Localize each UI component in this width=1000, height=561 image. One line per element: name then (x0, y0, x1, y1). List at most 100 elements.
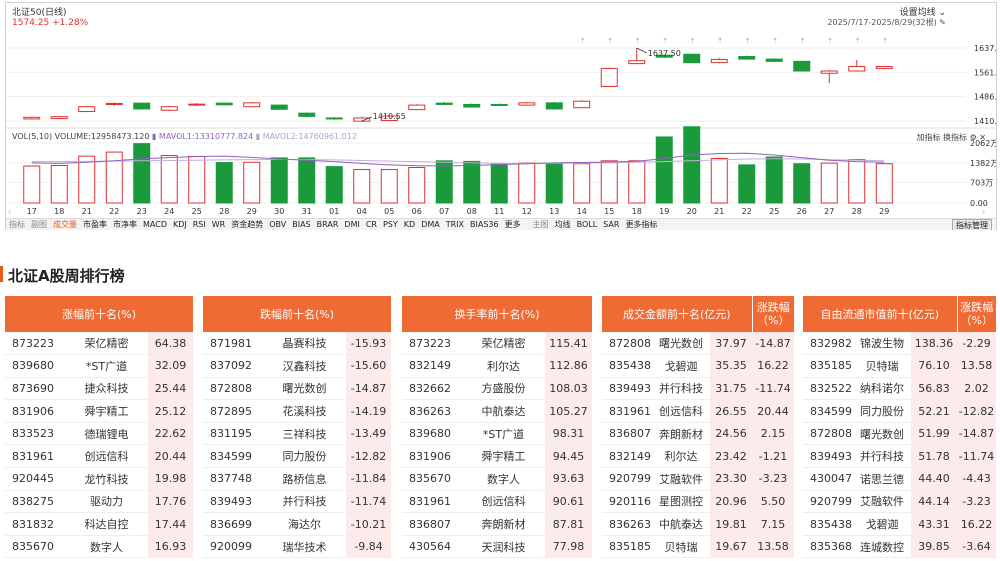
table-row[interactable]: 839493 并行科技 -11.74 (203, 490, 391, 514)
stock-name[interactable]: 曙光数创 (263, 377, 346, 401)
table-row[interactable]: 839680 *ST广道 32.09 (5, 354, 193, 378)
stock-name[interactable]: 锦波生物 (853, 332, 911, 356)
table-row[interactable]: 920116 星图测控 20.96 5.50 (602, 490, 794, 514)
stock-name[interactable]: 路桥信息 (263, 467, 346, 491)
indicator-tab[interactable]: BIAS (289, 219, 313, 230)
stock-name[interactable]: 中航泰达 (652, 512, 710, 536)
table-row[interactable]: 430564 天润科技 77.98 (402, 535, 592, 559)
indicator-tab[interactable]: 市净率 (110, 219, 140, 230)
table-row[interactable]: 835670 数字人 16.93 (5, 535, 193, 559)
indicator-tab[interactable]: OBV (266, 219, 289, 230)
indicator-tab[interactable]: TRIX (443, 219, 467, 230)
table-row[interactable]: 831832 科达自控 17.44 (5, 512, 193, 536)
main-indicator-tab[interactable]: 更多指标 (622, 219, 660, 230)
stock-name[interactable]: 奔朗新材 (652, 422, 710, 446)
indicator-tab[interactable]: 市盈率 (80, 219, 110, 230)
close-icon[interactable]: ✕ (979, 133, 986, 142)
table-row[interactable]: 835185 贝特瑞 76.10 13.58 (803, 354, 996, 378)
indicator-tab[interactable]: 成交量 (50, 219, 80, 230)
indicator-tab[interactable]: 指标 (6, 219, 28, 230)
indicator-tab[interactable]: PSY (380, 219, 401, 230)
table-row[interactable]: 832149 利尔达 23.42 -1.21 (602, 444, 794, 469)
stock-name[interactable]: 戈碧迦 (853, 512, 911, 536)
indicator-tab[interactable]: CR (363, 219, 380, 230)
candlestick-chart[interactable]: 1637.50 1561.85 1486.20 1410.55 ⇡ ⇡ ⇡ ⇡ ⇡ ⇡ ⇡ ⇡ ⇡ ⇡ ⇡ ⇡… (6, 3, 996, 218)
stock-name[interactable]: 花溪科技 (263, 399, 346, 423)
stock-name[interactable]: 同力股份 (263, 444, 346, 469)
table-row[interactable]: 839493 并行科技 51.78 -11.74 (803, 444, 996, 469)
table-row[interactable]: 839680 *ST广道 98.31 (402, 422, 592, 446)
table-row[interactable]: 873223 荣亿精密 64.38 (5, 332, 193, 356)
table-row[interactable]: 832149 利尔达 112.86 (402, 354, 592, 378)
table-row[interactable]: 871981 晶赛科技 -15.93 (203, 332, 391, 356)
indicator-tab[interactable]: DMI (341, 219, 362, 230)
table-row[interactable]: 833523 德瑞锂电 22.62 (5, 422, 193, 446)
table-row[interactable]: 832662 方盛股份 108.03 (402, 377, 592, 401)
table-row[interactable]: 831961 创远信科 90.61 (402, 490, 592, 514)
stock-name[interactable]: 数字人 (462, 467, 545, 491)
stock-name[interactable]: 并行科技 (652, 377, 710, 401)
stock-name[interactable]: 曙光数创 (853, 422, 911, 446)
indicator-controls[interactable]: 加指标 换指标 ⚙ ✕ (916, 132, 986, 143)
table-row[interactable]: 430047 诺思兰德 44.40 -4.43 (803, 467, 996, 491)
table-row[interactable]: 920799 艾融软件 23.30 -3.23 (602, 467, 794, 491)
indicator-manage-button[interactable]: 指标管理 (952, 219, 992, 230)
table-row[interactable]: 836263 中航泰达 105.27 (402, 399, 592, 423)
indicator-tab[interactable]: 副图 (28, 219, 50, 230)
table-row[interactable]: 832522 纳科诺尔 56.83 2.02 (803, 377, 996, 401)
indicator-tab[interactable]: 资金趋势 (228, 219, 266, 230)
stock-name[interactable]: 并行科技 (263, 490, 346, 514)
stock-name[interactable]: 龙竹科技 (65, 467, 148, 491)
main-indicator-tab[interactable]: 均线 (552, 219, 574, 230)
table-row[interactable]: 835185 贝特瑞 19.67 13.58 (602, 535, 794, 559)
stock-name[interactable]: 瑞华技术 (263, 535, 346, 559)
stock-name[interactable]: 数字人 (65, 535, 148, 559)
kline-chart-panel[interactable]: 北证50(日线) 1574.25 +1.28% 设置均线 ⌄ 2025/7/17… (5, 2, 997, 230)
stock-name[interactable]: 三祥科技 (263, 422, 346, 446)
indicator-tab[interactable]: BRAR (314, 219, 342, 230)
table-row[interactable]: 836699 海达尔 -10.21 (203, 512, 391, 536)
table-row[interactable]: 839493 并行科技 31.75 -11.74 (602, 377, 794, 401)
stock-name[interactable]: 利尔达 (652, 444, 710, 469)
stock-name[interactable]: 曙光数创 (652, 332, 710, 356)
stock-name[interactable]: 德瑞锂电 (65, 422, 148, 446)
table-row[interactable]: 837092 汉鑫科技 -15.60 (203, 354, 391, 378)
stock-name[interactable]: 纳科诺尔 (853, 377, 911, 401)
table-row[interactable]: 838275 驱动力 17.76 (5, 490, 193, 514)
stock-name[interactable]: 创远信科 (652, 399, 710, 423)
stock-name[interactable]: 中航泰达 (462, 399, 545, 423)
table-row[interactable]: 834599 同力股份 -12.82 (203, 444, 391, 469)
stock-name[interactable]: 艾融软件 (853, 490, 911, 514)
indicator-tab[interactable]: MACD (140, 219, 170, 230)
main-indicator-tab[interactable]: 主图 (530, 219, 552, 230)
stock-name[interactable]: 创远信科 (462, 490, 545, 514)
stock-name[interactable]: 汉鑫科技 (263, 354, 346, 378)
stock-name[interactable]: *ST广道 (462, 422, 545, 446)
table-row[interactable]: 872808 曙光数创 37.97 -14.87 (602, 332, 794, 356)
stock-name[interactable]: 星图测控 (652, 490, 710, 514)
main-indicator-tab[interactable]: BOLL (574, 219, 601, 230)
indicator-tab[interactable]: 更多 (502, 219, 524, 230)
table-row[interactable]: 836807 奔朗新材 87.81 (402, 512, 592, 536)
stock-name[interactable]: 科达自控 (65, 512, 148, 536)
stock-name[interactable]: 诺思兰德 (853, 467, 911, 491)
table-row[interactable]: 831961 创远信科 20.44 (5, 444, 193, 469)
table-row[interactable]: 873223 荣亿精密 115.41 (402, 332, 592, 356)
stock-name[interactable]: 同力股份 (853, 399, 911, 423)
stock-name[interactable]: 创远信科 (65, 444, 148, 469)
indicator-tab[interactable]: RSI (190, 219, 209, 230)
stock-name[interactable]: 连城数控 (853, 535, 911, 559)
table-row[interactable]: 872808 曙光数创 51.99 -14.87 (803, 422, 996, 446)
table-row[interactable]: 920099 瑞华技术 -9.84 (203, 535, 391, 559)
table-row[interactable]: 872808 曙光数创 -14.87 (203, 377, 391, 401)
stock-name[interactable]: 驱动力 (65, 490, 148, 514)
table-row[interactable]: 835670 数字人 93.63 (402, 467, 592, 491)
table-row[interactable]: 834599 同力股份 52.21 -12.82 (803, 399, 996, 423)
table-row[interactable]: 836807 奔朗新材 24.56 2.15 (602, 422, 794, 446)
table-row[interactable]: 832982 锦波生物 138.36 -2.29 (803, 332, 996, 356)
table-row[interactable]: 835438 戈碧迦 35.35 16.22 (602, 354, 794, 378)
indicator-tab[interactable]: WR (209, 219, 228, 230)
stock-name[interactable]: 戈碧迦 (652, 354, 710, 378)
indicator-controls-text[interactable]: 加指标 换指标 (916, 133, 967, 142)
indicator-tab[interactable]: KDJ (170, 219, 190, 230)
